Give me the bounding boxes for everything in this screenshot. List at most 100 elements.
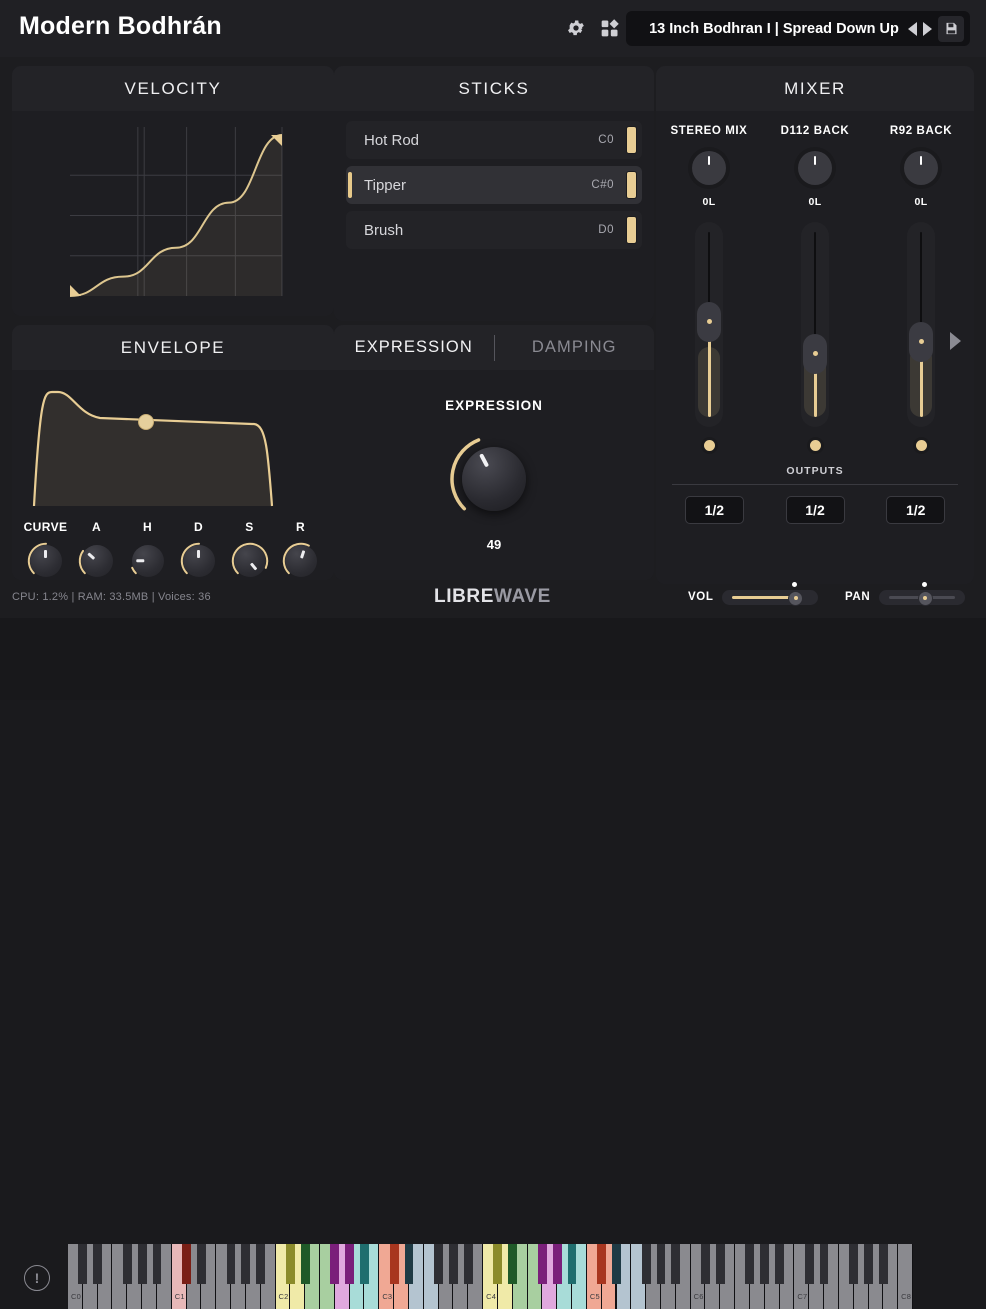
piano-black-key[interactable]	[286, 1244, 295, 1284]
output-button[interactable]: 1/2	[786, 496, 845, 524]
stick-row[interactable]: TipperC#0	[346, 166, 642, 204]
envelope-graph[interactable]	[12, 370, 334, 520]
expression-knob[interactable]	[446, 431, 542, 527]
piano-black-key[interactable]	[123, 1244, 132, 1284]
envelope-knob-control[interactable]	[180, 542, 218, 580]
piano-black-key[interactable]	[508, 1244, 517, 1284]
tab-damping[interactable]: DAMPING	[495, 338, 655, 357]
piano-black-key[interactable]	[553, 1244, 562, 1284]
piano-black-key[interactable]	[568, 1244, 577, 1284]
envelope-knob-control[interactable]	[282, 542, 320, 580]
piano-black-key[interactable]	[182, 1244, 191, 1284]
fader-handle[interactable]	[697, 302, 721, 342]
outputs-divider	[672, 484, 958, 485]
piano-black-key[interactable]	[197, 1244, 206, 1284]
piano-white-key[interactable]: C8	[898, 1244, 913, 1309]
piano-black-key[interactable]	[241, 1244, 250, 1284]
envelope-knob-control[interactable]	[231, 542, 269, 580]
brand-first: LIBRE	[434, 586, 494, 607]
piano-black-key[interactable]	[390, 1244, 399, 1284]
pan-slider-handle[interactable]	[918, 591, 933, 606]
pan-knob[interactable]	[798, 151, 832, 185]
fader[interactable]	[907, 222, 935, 427]
pan-knob[interactable]	[904, 151, 938, 185]
piano-black-key[interactable]	[597, 1244, 606, 1284]
piano-black-key[interactable]	[138, 1244, 147, 1284]
grid-icon[interactable]	[600, 18, 620, 38]
stick-level-bar[interactable]	[626, 171, 637, 199]
piano-black-key[interactable]	[256, 1244, 265, 1284]
piano-black-key[interactable]	[93, 1244, 102, 1284]
piano-black-key[interactable]	[775, 1244, 784, 1284]
mixer-solo-dot[interactable]	[916, 440, 927, 451]
piano-black-key[interactable]	[464, 1244, 473, 1284]
preset-selector[interactable]: 13 Inch Bodhran I | Spread Down Up	[626, 11, 970, 46]
piano-black-key[interactable]	[820, 1244, 829, 1284]
save-disk-icon[interactable]	[938, 16, 964, 42]
output-button[interactable]: 1/2	[685, 496, 744, 524]
piano-black-key[interactable]	[745, 1244, 754, 1284]
envelope-knob-control[interactable]	[27, 542, 65, 580]
expression-knob-body	[462, 447, 526, 511]
stick-level-bar[interactable]	[626, 216, 637, 244]
envelope-knob: S-2.3 dB	[224, 520, 275, 580]
piano-black-key[interactable]	[657, 1244, 666, 1284]
output-cell: 1/2	[865, 496, 966, 524]
fader[interactable]	[801, 222, 829, 427]
piano-black-key[interactable]	[330, 1244, 339, 1284]
piano-black-key[interactable]	[449, 1244, 458, 1284]
piano-black-key[interactable]	[879, 1244, 888, 1284]
sticks-list: Hot RodC0 TipperC#0 BrushD0	[334, 111, 654, 249]
piano-black-key[interactable]	[701, 1244, 710, 1284]
piano-black-key[interactable]	[671, 1244, 680, 1284]
piano-black-key[interactable]	[405, 1244, 414, 1284]
piano-black-key[interactable]	[345, 1244, 354, 1284]
fader[interactable]	[695, 222, 723, 427]
vol-slider-handle[interactable]	[788, 591, 803, 606]
fader-handle[interactable]	[803, 334, 827, 374]
mixer-solo-dot[interactable]	[810, 440, 821, 451]
mixer-channel: R92 BACK0L	[868, 125, 974, 451]
preset-name[interactable]: 13 Inch Bodhran I | Spread Down Up	[626, 21, 908, 37]
piano-black-key[interactable]	[538, 1244, 547, 1284]
next-page-arrow-icon[interactable]	[950, 332, 961, 350]
next-arrow-icon[interactable]	[923, 22, 932, 36]
piano-black-key[interactable]	[493, 1244, 502, 1284]
piano-black-key[interactable]	[642, 1244, 651, 1284]
piano-black-key[interactable]	[434, 1244, 443, 1284]
piano-black-key[interactable]	[864, 1244, 873, 1284]
envelope-knob-control[interactable]	[129, 542, 167, 580]
expression-panel: EXPRESSION DAMPING EXPRESSION 49	[334, 325, 654, 580]
piano-black-key[interactable]	[760, 1244, 769, 1284]
envelope-knob-control[interactable]	[78, 542, 116, 580]
piano-black-key[interactable]	[227, 1244, 236, 1284]
piano-black-key[interactable]	[716, 1244, 725, 1284]
mixer-solo-dot[interactable]	[704, 440, 715, 451]
prev-arrow-icon[interactable]	[908, 22, 917, 36]
tab-expression[interactable]: EXPRESSION	[334, 338, 494, 357]
envelope-curve-svg[interactable]	[12, 370, 334, 520]
pan-slider[interactable]	[879, 590, 965, 605]
vol-slider[interactable]	[722, 590, 818, 605]
piano-black-key[interactable]	[301, 1244, 310, 1284]
piano-black-key[interactable]	[360, 1244, 369, 1284]
gear-icon[interactable]	[566, 18, 586, 38]
fader-handle[interactable]	[909, 322, 933, 362]
output-button[interactable]: 1/2	[886, 496, 945, 524]
outputs-row: 1/2 1/2 1/2	[656, 496, 974, 524]
piano-black-key[interactable]	[612, 1244, 621, 1284]
velocity-graph[interactable]	[12, 111, 334, 316]
piano-black-key[interactable]	[78, 1244, 87, 1284]
piano-black-key[interactable]	[849, 1244, 858, 1284]
envelope-knob-pointer	[44, 550, 47, 558]
piano-black-key[interactable]	[805, 1244, 814, 1284]
info-alert-icon[interactable]: !	[24, 1265, 50, 1291]
stick-level-bar[interactable]	[626, 126, 637, 154]
vol-center-dot	[792, 582, 797, 587]
pan-knob[interactable]	[692, 151, 726, 185]
piano-keyboard[interactable]: C0C1C2C3C4C5C6C7C8	[68, 1244, 913, 1309]
piano-black-key[interactable]	[153, 1244, 162, 1284]
stick-row[interactable]: Hot RodC0	[346, 121, 642, 159]
velocity-curve-svg[interactable]	[12, 111, 334, 316]
stick-row[interactable]: BrushD0	[346, 211, 642, 249]
